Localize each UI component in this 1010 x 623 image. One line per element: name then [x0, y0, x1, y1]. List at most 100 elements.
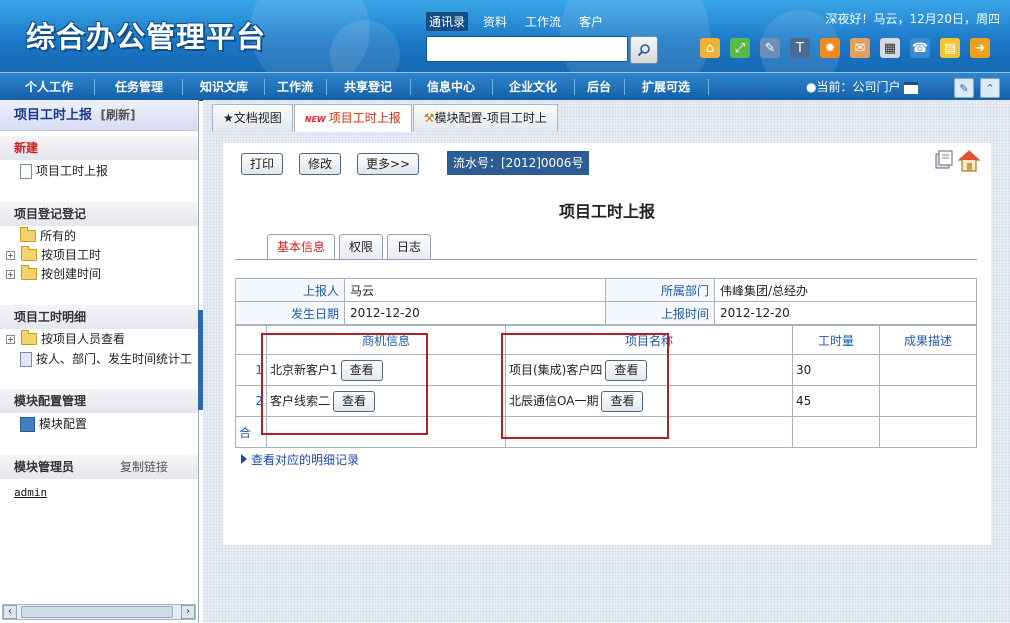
tab-log[interactable]: 日志 [387, 234, 432, 259]
sidebar-item-module-config[interactable]: 模块配置 [20, 415, 87, 433]
expand-icon[interactable]: + [6, 334, 15, 344]
scroll-left-icon[interactable]: ‹ [3, 605, 17, 619]
nav-corporate-culture[interactable]: 企业文化 [494, 73, 572, 101]
edit-icon[interactable]: ✎ [760, 38, 780, 58]
sun-icon[interactable]: ✹ [820, 38, 840, 58]
portal-selector[interactable]: ●当前：公司门户 [806, 73, 919, 101]
form-tabs: 基本信息 权限 日志 [267, 234, 432, 259]
sidebar-item-label: 所有的 [40, 229, 77, 243]
serial-number: 流水号：[2012]0006号 [447, 151, 590, 175]
nav-knowledge-library[interactable]: 知识文库 [184, 73, 264, 101]
shirt-icon[interactable]: T [790, 38, 810, 58]
report-icon [20, 351, 32, 367]
col-result: 成果描述 [879, 325, 977, 355]
view-detail-records-link[interactable]: 查看对应的明细记录 [241, 451, 359, 468]
greeting-text: 深夜好！马云，12月20日，周四 [825, 12, 1000, 26]
report-time-value: 2012-12-20 [714, 301, 977, 325]
admin-user-link[interactable]: admin [14, 486, 47, 499]
top-header: 综合办公管理平台 通讯录 资料 工作流 客户 深夜好！马云，12月20日，周四 … [0, 0, 1010, 72]
date-value: 2012-12-20 [344, 301, 606, 325]
triangle-right-icon [241, 454, 247, 464]
sidebar-item-by-project-hours[interactable]: + 按项目工时 [6, 246, 101, 264]
more-button[interactable]: 更多>> [357, 153, 420, 175]
sidebar-item-new-report[interactable]: 项目工时上报 [20, 162, 108, 180]
calendar-icon[interactable]: ▦ [880, 38, 900, 58]
search-input[interactable] [426, 36, 628, 62]
hours-value: 30 [792, 354, 880, 386]
document-icon [20, 163, 32, 179]
modify-button[interactable]: 修改 [299, 153, 342, 175]
tab-project-report[interactable]: NEW 项目工时上报 [293, 104, 412, 132]
copy-link[interactable]: 复制链接 [120, 455, 168, 479]
search-button[interactable] [630, 36, 658, 64]
dept-label: 所属部门 [605, 278, 715, 302]
search-tab-contacts[interactable]: 通讯录 [426, 12, 469, 31]
info-table: 上报人 马云 所属部门 伟峰集团/总经办 发生日期 2012-12-20 上报时… [235, 278, 977, 325]
nav-backend[interactable]: 后台 [576, 73, 622, 101]
logout-icon[interactable]: ➜ [970, 38, 990, 58]
sidebar-item-by-create-time[interactable]: + 按创建时间 [6, 265, 101, 283]
sidebar-item-all[interactable]: 所有的 [20, 227, 76, 245]
nav-info-center[interactable]: 信息中心 [412, 73, 490, 101]
form-panel: 打印 修改 更多>> 流水号：[2012]0006号 项目工时上报 基本信息 权… [223, 143, 991, 545]
sidebar: 项目工时上报 [刷新] 新建 项目工时上报 项目登记登记 所有的 + 按项目工时… [0, 100, 199, 623]
sidebar-section-module: 模块配置管理 [0, 389, 198, 413]
col-hours: 工时量 [792, 325, 880, 355]
result-value [879, 354, 977, 386]
arrows-icon[interactable]: ⤢ [730, 38, 750, 58]
refresh-link[interactable]: [刷新] [101, 108, 136, 122]
print-button[interactable]: 打印 [241, 153, 284, 175]
sidebar-section-new: 新建 [0, 136, 198, 160]
collapse-up-icon[interactable]: ⌃ [980, 78, 1000, 98]
form-title: 项目工时上报 [558, 202, 655, 221]
window-icon [904, 81, 919, 94]
view-detail-records-label: 查看对应的明细记录 [251, 453, 360, 467]
nav-shared-register[interactable]: 共享登记 [328, 73, 408, 101]
sidebar-item-label: 按创建时间 [41, 267, 102, 281]
horizontal-scrollbar[interactable]: ‹ › [2, 604, 196, 620]
note-icon[interactable]: ▤ [940, 38, 960, 58]
nav-personal-work[interactable]: 个人工作 [8, 73, 90, 101]
corner-icons [933, 149, 981, 173]
app-logo: 综合办公管理平台 [26, 20, 267, 54]
main-area: ★文档视图 NEW 项目工时上报 ⚒模块配置-项目工时上 打印 修改 更多>> 流… [203, 100, 1010, 623]
main-nav: 个人工作 任务管理 知识文库 工作流 共享登记 信息中心 企业文化 后台 扩展可… [0, 72, 1010, 101]
home-icon[interactable]: ⌂ [700, 38, 720, 58]
reporter-label: 上报人 [235, 278, 345, 302]
sidebar-title: 项目工时上报 [刷新] [0, 100, 198, 131]
nav-workflow[interactable]: 工作流 [264, 73, 326, 101]
reporter-value: 马云 [344, 278, 606, 302]
dept-value: 伟峰集团/总经办 [714, 278, 977, 302]
sidebar-item-stats[interactable]: 按人、部门、发生时间统计工 [20, 350, 192, 368]
sidebar-item-by-member[interactable]: + 按项目人员查看 [6, 330, 125, 348]
scroll-thumb[interactable] [21, 606, 173, 618]
tab-document-view[interactable]: ★文档视图 [212, 104, 293, 131]
tools-icon: ⚒ [423, 111, 435, 125]
tab-basic-info[interactable]: 基本信息 [267, 234, 336, 259]
search-scope-tabs: 通讯录 资料 工作流 客户 [426, 12, 606, 31]
search-tab-docs[interactable]: 资料 [480, 12, 510, 31]
pencil-icon[interactable]: ✎ [954, 78, 974, 98]
search-tab-customer[interactable]: 客户 [576, 12, 606, 31]
search-tab-workflow[interactable]: 工作流 [522, 12, 564, 31]
sidebar-title-text: 项目工时上报 [14, 108, 93, 123]
sidebar-section-admin: 模块管理员 复制链接 [0, 455, 198, 479]
tab-module-config[interactable]: ⚒模块配置-项目工时上 [412, 104, 558, 131]
sidebar-item-label: 模块配置 [39, 417, 88, 431]
tab-permissions[interactable]: 权限 [339, 234, 384, 259]
expand-icon[interactable]: + [6, 250, 15, 260]
mail-icon[interactable]: ✉ [850, 38, 870, 58]
expand-icon[interactable]: + [6, 269, 15, 279]
save-doc-icon[interactable] [933, 149, 955, 171]
folder-icon [21, 265, 37, 280]
nav-task-management[interactable]: 任务管理 [98, 73, 180, 101]
home-icon[interactable] [957, 149, 981, 173]
portal-label: ●当前：公司门户 [806, 80, 901, 94]
sidebar-item-label: 按人、部门、发生时间统计工 [36, 352, 193, 366]
tab-underline [235, 259, 977, 260]
scroll-right-icon[interactable]: › [181, 605, 195, 619]
contacts-icon[interactable]: ☎ [910, 38, 930, 58]
config-icon [20, 416, 35, 432]
folder-icon [21, 330, 37, 345]
nav-extensions[interactable]: 扩展可选 [626, 73, 706, 101]
